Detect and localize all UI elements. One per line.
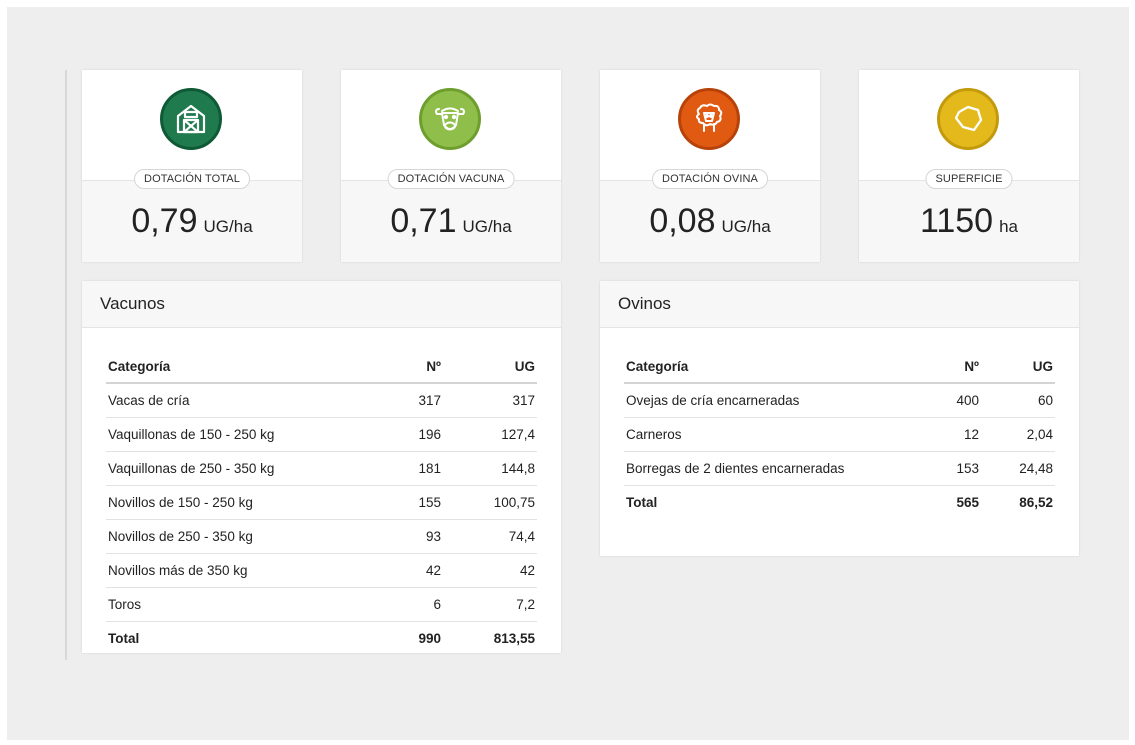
- cell-n: 181: [369, 451, 443, 486]
- stat-card-superficie: SUPERFICIE 1150 ha: [859, 70, 1079, 262]
- cow-icon: [419, 88, 481, 150]
- table-row: Novillos de 150 - 250 kg 155 100,75: [106, 485, 537, 520]
- ovinos-table: Categoría Nº UG Ovejas de cría encarnera…: [624, 350, 1055, 519]
- cell-ug: 317: [443, 383, 537, 418]
- stat-label: SUPERFICIE: [925, 169, 1013, 189]
- stat-card-dotacion-vacuna: DOTACIÓN VACUNA 0,71 UG/ha: [341, 70, 561, 262]
- table-row: Borregas de 2 dientes encarneradas 153 2…: [624, 451, 1055, 486]
- cell-n: 153: [907, 451, 981, 486]
- cell-category: Carneros: [624, 417, 907, 452]
- column-header-categoria: Categoría: [624, 350, 907, 384]
- table-row: Vaquillonas de 150 - 250 kg 196 127,4: [106, 417, 537, 452]
- cell-category: Ovejas de cría encarneradas: [624, 383, 907, 418]
- left-divider: [65, 70, 67, 660]
- cell-ug: 144,8: [443, 451, 537, 486]
- cell-category: Toros: [106, 587, 369, 622]
- barn-icon: [160, 88, 222, 150]
- cell-category: Novillos de 250 - 350 kg: [106, 519, 369, 554]
- ovinos-panel: Ovinos Categoría Nº UG Ovejas de cría en…: [600, 281, 1079, 556]
- sheep-icon: [678, 88, 740, 150]
- table-row: Vaquillonas de 250 - 350 kg 181 144,8: [106, 451, 537, 486]
- cell-n: 317: [369, 383, 443, 418]
- cell-n: 196: [369, 417, 443, 452]
- stat-label: DOTACIÓN VACUNA: [387, 169, 515, 189]
- table-total-row: Total 565 86,52: [624, 486, 1055, 520]
- table-row: Toros 6 7,2: [106, 587, 537, 622]
- cell-n: 12: [907, 417, 981, 452]
- table-row: Novillos más de 350 kg 42 42: [106, 553, 537, 588]
- cell-ug: 42: [443, 553, 537, 588]
- stat-value: 1150 ha: [919, 202, 1019, 240]
- stat-label: DOTACIÓN TOTAL: [134, 169, 250, 189]
- stat-card-dotacion-total: DOTACIÓN TOTAL 0,79 UG/ha: [82, 70, 302, 262]
- table-header-row: Categoría Nº UG: [106, 350, 537, 384]
- column-header-n: Nº: [369, 350, 443, 384]
- dashboard-canvas: DOTACIÓN TOTAL 0,79 UG/ha DOTACIÓN VACUNA: [7, 7, 1129, 740]
- column-header-ug: UG: [443, 350, 537, 384]
- cell-category: Borregas de 2 dientes encarneradas: [624, 451, 907, 486]
- cell-n: 42: [369, 553, 443, 588]
- cell-category: Vaquillonas de 150 - 250 kg: [106, 417, 369, 452]
- vacunos-panel: Vacunos Categoría Nº UG Vacas de cría 31…: [82, 281, 561, 653]
- cell-n: 93: [369, 519, 443, 554]
- cell-category: Vacas de cría: [106, 383, 369, 418]
- table-row: Ovejas de cría encarneradas 400 60: [624, 383, 1055, 418]
- stat-value: 0,08 UG/ha: [649, 202, 771, 240]
- cell-n: 400: [907, 383, 981, 418]
- cell-category: Total: [108, 631, 140, 646]
- cell-ug: 24,48: [981, 451, 1055, 486]
- table-row: Carneros 12 2,04: [624, 417, 1055, 452]
- stat-value: 0,71 UG/ha: [390, 202, 512, 240]
- cell-ug: 100,75: [443, 485, 537, 520]
- cell-category: Total: [626, 495, 658, 510]
- stat-label: DOTACIÓN OVINA: [652, 169, 768, 189]
- cell-n: 155: [369, 485, 443, 520]
- cell-ug: 2,04: [981, 417, 1055, 452]
- vacunos-table: Categoría Nº UG Vacas de cría 317 317 Va…: [106, 350, 537, 653]
- cell-ug: 127,4: [443, 417, 537, 452]
- cell-ug: 7,2: [443, 587, 537, 622]
- panel-title: Ovinos: [600, 281, 1079, 328]
- cell-n: 6: [369, 587, 443, 622]
- stat-value: 0,79 UG/ha: [131, 202, 253, 240]
- table-total-row: Total 990 813,55: [106, 622, 537, 654]
- cell-ug: 86,52: [1019, 495, 1053, 510]
- cell-category: Novillos de 150 - 250 kg: [106, 485, 369, 520]
- cell-n: 565: [956, 495, 979, 510]
- cell-category: Novillos más de 350 kg: [106, 553, 369, 588]
- table-row: Novillos de 250 - 350 kg 93 74,4: [106, 519, 537, 554]
- cell-ug: 74,4: [443, 519, 537, 554]
- cell-n: 990: [418, 631, 441, 646]
- cell-category: Vaquillonas de 250 - 350 kg: [106, 451, 369, 486]
- column-header-categoria: Categoría: [106, 350, 369, 384]
- cell-ug: 60: [981, 383, 1055, 418]
- column-header-ug: UG: [981, 350, 1055, 384]
- table-row: Vacas de cría 317 317: [106, 383, 537, 418]
- cell-ug: 813,55: [493, 631, 535, 646]
- stat-card-dotacion-ovina: DOTACIÓN OVINA 0,08 UG/ha: [600, 70, 820, 262]
- table-header-row: Categoría Nº UG: [624, 350, 1055, 384]
- panel-title: Vacunos: [82, 281, 561, 328]
- column-header-n: Nº: [907, 350, 981, 384]
- land-parcel-icon: [937, 88, 999, 150]
